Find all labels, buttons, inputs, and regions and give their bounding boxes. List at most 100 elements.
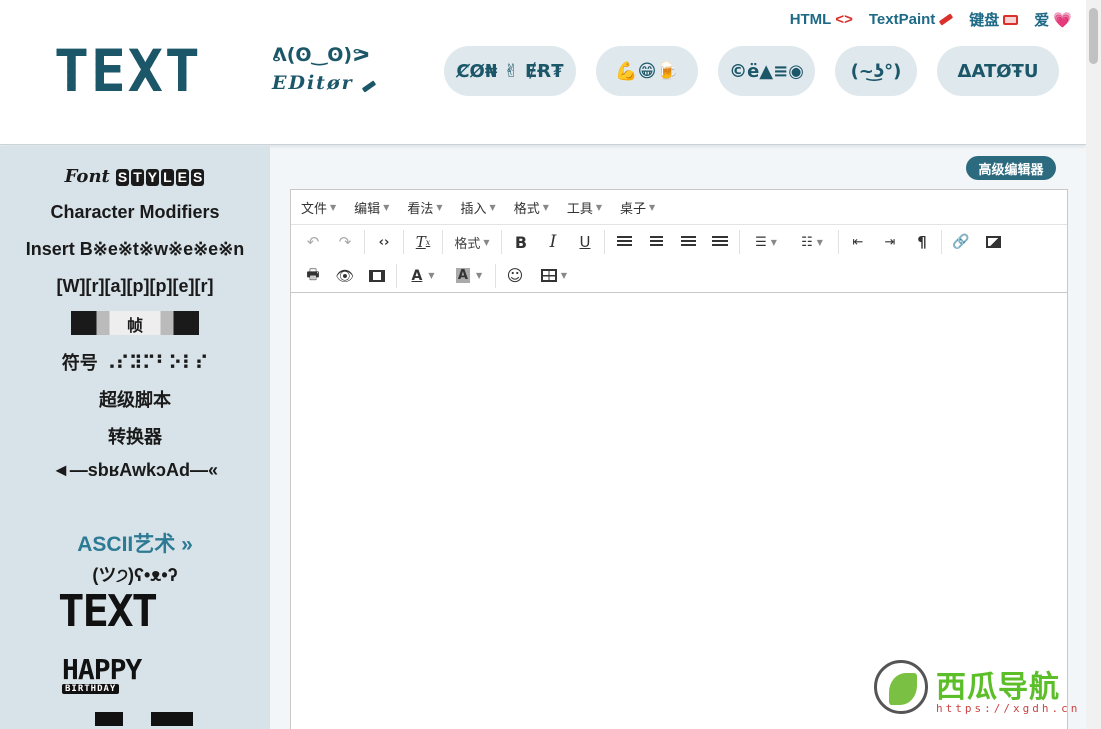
- clear-formatting-icon[interactable]: Tx: [407, 228, 439, 256]
- menu-file[interactable]: 文件 ▼: [301, 198, 336, 217]
- toolbar-separator: [501, 230, 502, 254]
- undo-icon[interactable]: ↶: [297, 228, 329, 256]
- sidebar: Font STYLES Character Modifiers Insert B…: [0, 146, 270, 729]
- menu-label: 插入: [460, 201, 487, 217]
- lenny-pill[interactable]: (~͜ʖ°): [835, 46, 917, 96]
- pill-label: ȻØ₦ ✌ ɆɌ₮: [456, 60, 564, 82]
- align-lines: [616, 236, 632, 248]
- align-center-icon[interactable]: [640, 228, 672, 256]
- heart-icon: 💗: [1053, 11, 1072, 29]
- editor-toolbar-row1: ↶ ↷ ‹› Tx 格式 ▼ B I U ☰ ▼ ☷ ▼ ⇤ ⇥ ¶ 🔗: [291, 225, 1067, 259]
- page-scrollbar[interactable]: [1086, 0, 1101, 729]
- sidebar-item-backwards[interactable]: ◄—sbʁAwkɔAd—«: [0, 460, 270, 481]
- textpaint-link[interactable]: TextPaint: [869, 9, 954, 30]
- image-icon[interactable]: [977, 228, 1009, 256]
- html-link-label: HTML: [789, 11, 832, 28]
- menu-label: 格式: [513, 201, 540, 217]
- menu-label: 看法: [407, 201, 434, 217]
- toolbar-separator: [941, 230, 942, 254]
- text-color-icon[interactable]: A ▼: [400, 262, 446, 290]
- rich-text-editor: 文件 ▼ 编辑 ▼ 看法 ▼ 插入 ▼ 格式 ▼ 工具 ▼ 桌子 ▼ ↶ ↷ ‹› Tx 格式…: [290, 189, 1068, 729]
- logo-pencil-icon: [362, 80, 377, 93]
- redo-icon[interactable]: ↷: [329, 228, 361, 256]
- format-dropdown[interactable]: 格式 ▼: [446, 228, 498, 256]
- link-icon[interactable]: 🔗: [945, 228, 977, 256]
- pill-label: 💪😁🍺: [615, 60, 679, 82]
- caret-down-icon: ▼: [542, 202, 549, 212]
- menu-label: 文件: [301, 201, 328, 217]
- indent-icon[interactable]: ⇥: [874, 228, 906, 256]
- watermark-title: 西瓜导航: [936, 670, 1060, 705]
- font-styles-badge: T: [131, 169, 144, 186]
- code-icon: <>: [835, 11, 853, 28]
- fancy-pill[interactable]: ΔATØŦU: [937, 46, 1059, 96]
- print-icon[interactable]: 🖶: [297, 262, 329, 290]
- symbols-pill[interactable]: ©ë▲≡◉: [718, 46, 815, 96]
- italic-icon[interactable]: I: [537, 228, 569, 256]
- sidebar-item-ascii-faces[interactable]: (ツ੭)ʕ•ᴥ•ʔ: [0, 561, 270, 587]
- style-pills: ȻØ₦ ✌ ɆɌ₮ 💪😁🍺 ©ë▲≡◉ (~͜ʖ°) ΔATØŦU: [444, 46, 1059, 96]
- emoticons-icon[interactable]: ☺: [499, 262, 531, 290]
- align-lines: [712, 236, 728, 248]
- ascii-art-text[interactable]: TEXT: [58, 586, 158, 638]
- menu-table[interactable]: 桌子 ▼: [620, 198, 655, 217]
- toolbar-separator: [495, 263, 496, 288]
- media-icon[interactable]: [361, 262, 393, 290]
- ascii-art-partial: [60, 712, 200, 726]
- align-lines: [680, 236, 696, 248]
- outdent-icon[interactable]: ⇤: [842, 228, 874, 256]
- preview-icon[interactable]: 👁: [329, 262, 361, 290]
- sidebar-item-converter[interactable]: 转换器: [0, 423, 270, 449]
- sidebar-item-ascii-art[interactable]: ASCII艺术 »: [0, 528, 270, 558]
- ascii-art-happy[interactable]: HAPPY: [62, 656, 142, 684]
- align-left-icon[interactable]: [608, 228, 640, 256]
- sidebar-item-insert-between[interactable]: Insert B※e※t※w※e※e※n: [0, 239, 270, 260]
- sidebar-item-wrapper[interactable]: [W][r][a][p][p][e][r]: [0, 276, 270, 297]
- watermark-url: https://xgdh.cn: [936, 702, 1081, 715]
- caret-down-icon: ▼: [436, 202, 443, 212]
- menu-view[interactable]: 看法 ▼: [407, 198, 442, 217]
- sidebar-item-superscript[interactable]: 超级脚本: [0, 386, 270, 412]
- menu-tools[interactable]: 工具 ▼: [567, 198, 602, 217]
- caret-down-icon: ▼: [383, 202, 390, 212]
- convert-pill[interactable]: ȻØ₦ ✌ ɆɌ₮: [444, 46, 576, 96]
- background-color-icon[interactable]: A ▼: [446, 262, 492, 290]
- keyboard-link-label: 键盘: [969, 12, 1000, 29]
- site-logo[interactable]: TEXT ᕕ(ʘ‿ʘ)ᕗ EDitør: [54, 37, 394, 105]
- caret-down-icon: ▼: [816, 237, 823, 247]
- font-styles-badge: L: [161, 169, 174, 186]
- pill-label: (~͜ʖ°): [850, 60, 902, 82]
- align-right-icon[interactable]: [672, 228, 704, 256]
- font-styles-prefix: Font: [64, 166, 110, 187]
- source-code-icon[interactable]: ‹›: [368, 228, 400, 256]
- logo-text: TEXT: [54, 37, 202, 105]
- logo-editor-text: EDitør: [272, 72, 377, 94]
- keyboard-icon: [1003, 14, 1019, 25]
- love-link[interactable]: 爱 💗: [1034, 9, 1072, 30]
- align-justify-icon[interactable]: [704, 228, 736, 256]
- font-styles-badge: Y: [145, 169, 160, 186]
- keyboard-link[interactable]: 键盘: [969, 9, 1019, 30]
- pill-label: ©ë▲≡◉: [729, 60, 804, 82]
- emoji-pill[interactable]: 💪😁🍺: [596, 46, 698, 96]
- menu-edit[interactable]: 编辑 ▼: [354, 198, 389, 217]
- table-icon[interactable]: ▼: [531, 262, 577, 290]
- table-grid: [540, 269, 557, 282]
- underline-icon[interactable]: U: [569, 228, 601, 256]
- scrollbar-thumb[interactable]: [1089, 8, 1098, 64]
- sidebar-item-symbols[interactable]: 符号 ⠠⠎⠽⠍⠃⠕⠇⠎: [0, 349, 270, 375]
- sidebar-item-frame[interactable]: 帧: [0, 311, 270, 335]
- menu-format[interactable]: 格式 ▼: [514, 198, 549, 217]
- bullet-list-icon[interactable]: ☰ ▼: [743, 228, 789, 256]
- bold-icon[interactable]: B: [505, 228, 537, 256]
- menu-insert[interactable]: 插入 ▼: [461, 198, 496, 217]
- sidebar-item-character-modifiers[interactable]: Character Modifiers: [0, 202, 270, 223]
- html-link[interactable]: HTML <>: [790, 9, 853, 30]
- ascii-art-birthday[interactable]: BIRTHDAY: [62, 684, 120, 694]
- advanced-editor-button[interactable]: 高级编辑器: [966, 156, 1056, 180]
- paragraph-icon[interactable]: ¶: [906, 228, 938, 256]
- numbered-list-icon[interactable]: ☷ ▼: [789, 228, 835, 256]
- logo-face: ᕕ(ʘ‿ʘ)ᕗ: [272, 44, 370, 66]
- toolbar-separator: [838, 230, 839, 254]
- sidebar-item-font-styles[interactable]: Font STYLES: [0, 166, 270, 187]
